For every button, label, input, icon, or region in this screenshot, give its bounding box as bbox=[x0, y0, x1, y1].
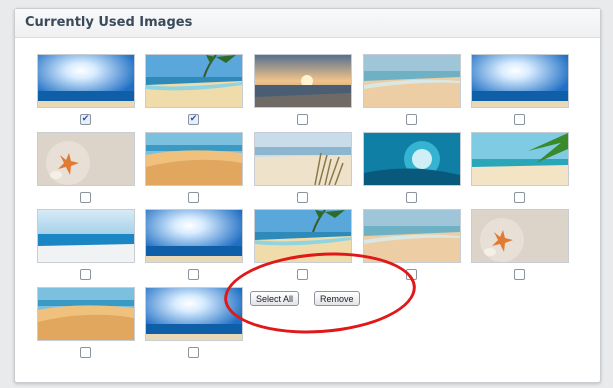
image-thumbnail[interactable] bbox=[145, 287, 243, 341]
image-select-checkbox[interactable] bbox=[80, 269, 91, 280]
image-thumbnail[interactable] bbox=[145, 54, 243, 108]
image-thumbnail[interactable] bbox=[363, 209, 461, 263]
image-thumbnail[interactable] bbox=[471, 132, 569, 186]
select-all-button[interactable]: Select All bbox=[250, 291, 300, 306]
image-thumbnail[interactable] bbox=[37, 287, 135, 341]
checkmark-icon: ✔ bbox=[189, 114, 198, 124]
image-thumbnail[interactable] bbox=[363, 132, 461, 186]
image-select-checkbox[interactable] bbox=[406, 114, 417, 125]
image-thumbnail[interactable] bbox=[37, 54, 135, 108]
remove-button[interactable]: Remove bbox=[314, 291, 360, 306]
image-select-checkbox[interactable] bbox=[514, 269, 525, 280]
image-thumbnail[interactable] bbox=[254, 209, 352, 263]
image-select-checkbox[interactable] bbox=[406, 192, 417, 203]
image-select-checkbox[interactable] bbox=[297, 269, 308, 280]
currently-used-images-panel: Currently Used Images ✔ ✔ Select All Remo… bbox=[14, 8, 601, 383]
image-thumbnail[interactable] bbox=[145, 132, 243, 186]
image-thumbnail[interactable] bbox=[471, 54, 569, 108]
image-thumbnail[interactable] bbox=[363, 54, 461, 108]
image-thumbnail[interactable] bbox=[254, 132, 352, 186]
checkmark-icon: ✔ bbox=[81, 114, 90, 124]
image-thumbnail[interactable] bbox=[145, 209, 243, 263]
image-select-checkbox[interactable] bbox=[514, 114, 525, 125]
image-thumbnail[interactable] bbox=[254, 54, 352, 108]
image-select-checkbox[interactable] bbox=[297, 114, 308, 125]
panel-title: Currently Used Images bbox=[25, 15, 193, 30]
image-select-checkbox[interactable] bbox=[80, 347, 91, 358]
image-thumbnail[interactable] bbox=[37, 132, 135, 186]
image-select-checkbox[interactable] bbox=[188, 269, 199, 280]
image-select-checkbox[interactable] bbox=[406, 269, 417, 280]
image-select-checkbox[interactable] bbox=[188, 192, 199, 203]
panel-header: Currently Used Images bbox=[15, 9, 600, 38]
image-thumbnail[interactable] bbox=[37, 209, 135, 263]
image-select-checkbox[interactable]: ✔ bbox=[188, 114, 199, 125]
image-thumbnail[interactable] bbox=[471, 209, 569, 263]
image-select-checkbox[interactable] bbox=[80, 192, 91, 203]
image-select-checkbox[interactable] bbox=[514, 192, 525, 203]
image-select-checkbox[interactable] bbox=[297, 192, 308, 203]
image-select-checkbox[interactable]: ✔ bbox=[80, 114, 91, 125]
image-select-checkbox[interactable] bbox=[188, 347, 199, 358]
